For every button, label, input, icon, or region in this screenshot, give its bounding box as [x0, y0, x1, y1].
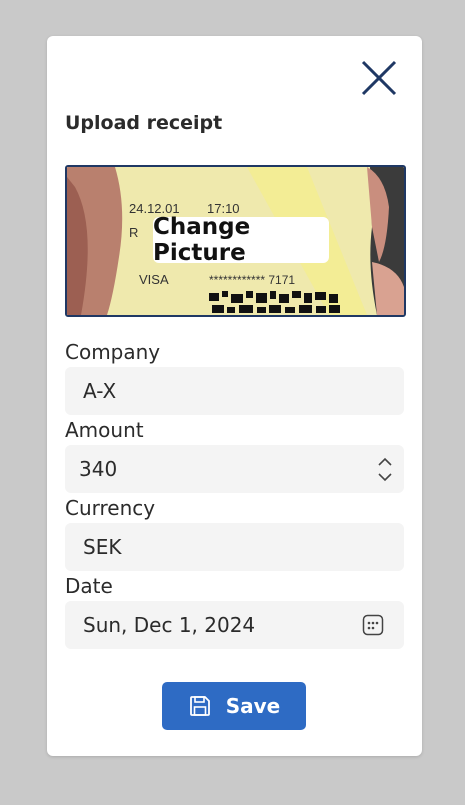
chevron-down-icon	[378, 473, 392, 482]
company-label: Company	[65, 340, 161, 364]
currency-value: SEK	[83, 535, 122, 559]
save-label: Save	[225, 694, 281, 718]
amount-label: Amount	[65, 418, 144, 442]
receipt-card-number: ************ 7171	[209, 273, 295, 287]
dialog-title: Upload receipt	[65, 112, 223, 134]
close-icon	[361, 60, 397, 96]
upload-receipt-dialog: Upload receipt 24.12.01 17:10 R VISA ***…	[47, 36, 422, 756]
change-picture-button[interactable]: Change Picture	[153, 214, 329, 266]
company-value: A-X	[83, 379, 117, 403]
date-field[interactable]: Sun, Dec 1, 2024	[65, 601, 404, 649]
currency-field[interactable]: SEK	[65, 523, 404, 571]
company-field[interactable]: A-X	[65, 367, 404, 415]
date-value: Sun, Dec 1, 2024	[83, 613, 256, 637]
receipt-picture[interactable]: 24.12.01 17:10 R VISA ************ 7171	[65, 165, 406, 317]
receipt-card: VISA	[139, 272, 169, 287]
calendar-icon[interactable]	[362, 614, 384, 636]
amount-value: 340	[79, 457, 118, 481]
receipt-partial-text: R	[129, 225, 138, 240]
currency-label: Currency	[65, 496, 156, 520]
chevron-up-icon	[378, 457, 392, 466]
close-button[interactable]	[359, 58, 399, 98]
amount-stepper[interactable]	[376, 451, 394, 487]
floppy-disk-icon	[189, 696, 210, 716]
save-button[interactable]: Save	[162, 682, 306, 730]
date-label: Date	[65, 574, 113, 598]
amount-field[interactable]: 340	[65, 445, 404, 493]
